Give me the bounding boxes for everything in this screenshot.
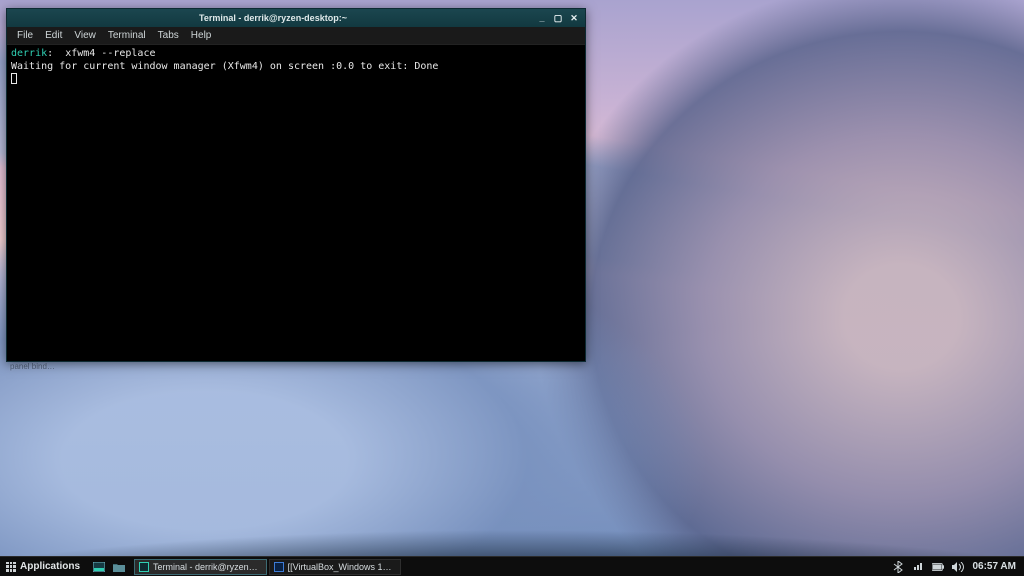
prompt-user: derrik xyxy=(11,48,47,59)
menu-edit[interactable]: Edit xyxy=(41,27,66,45)
window-minimize-button[interactable]: _ xyxy=(535,12,549,24)
window-titlebar[interactable]: Terminal - derrik@ryzen-desktop:~ _ ▢ ✕ xyxy=(7,9,585,27)
file-manager-icon xyxy=(113,562,125,572)
show-desktop-button[interactable] xyxy=(90,559,108,575)
window-maximize-button[interactable]: ▢ xyxy=(551,12,565,24)
show-desktop-icon xyxy=(93,562,105,572)
desktop-faint-label: panel bind… xyxy=(10,362,55,371)
taskbar: Applications Terminal - derrik@ryzen… [[… xyxy=(0,556,1024,576)
applications-menu-button[interactable]: Applications xyxy=(0,557,86,576)
applications-label: Applications xyxy=(20,557,80,576)
menu-file[interactable]: File xyxy=(13,27,37,45)
volume-indicator[interactable] xyxy=(952,561,964,573)
applications-grid-icon xyxy=(6,562,16,572)
terminal-task-icon xyxy=(139,562,149,572)
prompt-separator: : xyxy=(47,48,65,59)
terminal-output[interactable]: derrik: xfwm4 --replace Waiting for curr… xyxy=(7,45,585,361)
taskbar-item-terminal[interactable]: Terminal - derrik@ryzen… xyxy=(134,559,267,575)
volume-icon xyxy=(952,562,964,572)
battery-indicator[interactable] xyxy=(932,561,944,573)
terminal-cursor xyxy=(11,73,17,84)
virtualbox-task-icon xyxy=(274,562,284,572)
network-icon xyxy=(912,562,924,572)
taskbar-item-virtualbox[interactable]: [[VirtualBox_Windows 1… xyxy=(269,559,401,575)
taskbar-window-list: Terminal - derrik@ryzen… [[VirtualBox_Wi… xyxy=(134,559,401,575)
file-manager-button[interactable] xyxy=(110,559,128,575)
terminal-output-line: Waiting for current window manager (Xfwm… xyxy=(11,61,438,72)
window-menubar: File Edit View Terminal Tabs Help xyxy=(7,27,585,45)
quick-launchers xyxy=(90,559,128,575)
network-indicator[interactable] xyxy=(912,561,924,573)
window-title: Terminal - derrik@ryzen-desktop:~ xyxy=(11,9,535,27)
taskbar-clock[interactable]: 06:57 AM xyxy=(972,561,1016,572)
menu-tabs[interactable]: Tabs xyxy=(154,27,183,45)
terminal-window[interactable]: Terminal - derrik@ryzen-desktop:~ _ ▢ ✕ … xyxy=(6,8,586,362)
taskbar-item-label: [[VirtualBox_Windows 1… xyxy=(288,560,392,574)
menu-terminal[interactable]: Terminal xyxy=(104,27,150,45)
terminal-command: xfwm4 --replace xyxy=(65,48,155,59)
taskbar-item-label: Terminal - derrik@ryzen… xyxy=(153,560,258,574)
menu-view[interactable]: View xyxy=(70,27,100,45)
system-tray: 06:57 AM xyxy=(884,561,1024,573)
menu-help[interactable]: Help xyxy=(187,27,216,45)
window-close-button[interactable]: ✕ xyxy=(567,12,581,24)
battery-icon xyxy=(932,563,944,571)
bluetooth-indicator[interactable] xyxy=(892,561,904,573)
bluetooth-icon xyxy=(893,561,903,573)
